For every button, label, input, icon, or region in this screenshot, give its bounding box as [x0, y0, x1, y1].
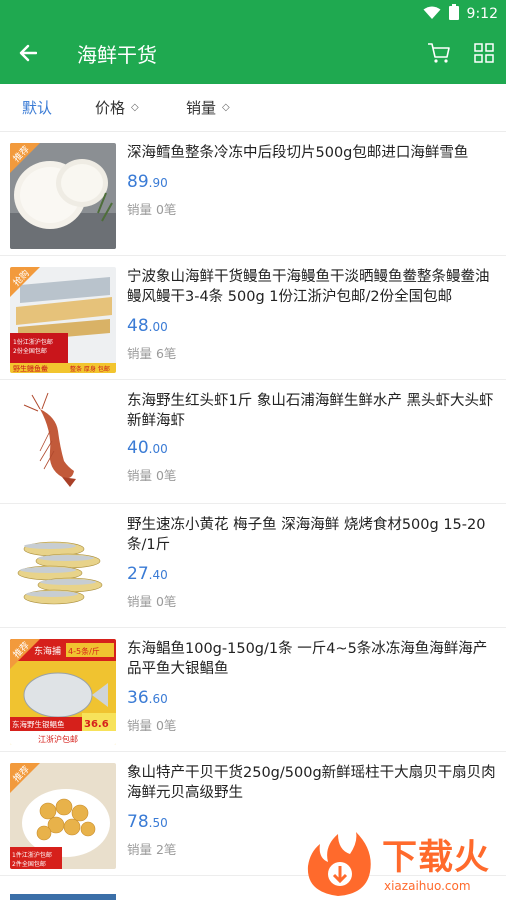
product-name[interactable]: 深海鳕鱼整条冷冻中后段切片500g包邮进口海鲜雪鱼: [127, 143, 497, 163]
product-price: 78.50: [127, 812, 168, 832]
svg-text:东海野生银鲳鱼: 东海野生银鲳鱼: [12, 719, 65, 729]
product-image-pomfret: 东海捕 4-5条/斤 东海野生银鲳鱼 36.6 江浙沪包邮 推荐: [10, 639, 116, 745]
product-item[interactable]: 推荐 深海鳕鱼整条冷冻中后段切片500g包邮进口海鲜雪鱼 89.90 销量 0笔: [0, 132, 506, 256]
product-image-cod: 推荐: [10, 143, 116, 249]
product-image-croaker: [10, 515, 116, 621]
battery-icon: [448, 4, 459, 24]
product-name[interactable]: 象山特产干贝干货250g/500g新鲜瑶柱干大扇贝干扇贝肉海鲜元贝高级野生: [127, 763, 497, 803]
cart-icon: [427, 42, 451, 68]
watermark-brand: 下载火: [382, 838, 491, 878]
product-item[interactable]: 野生速冻小黄花 梅子鱼 深海海鲜 烧烤食材500g 15-20条/1斤 27.4…: [0, 504, 506, 628]
watermark-logo: 下载火 xiazaihuo.com: [298, 832, 506, 900]
product-sales: 销量 0笔: [127, 202, 177, 217]
sort-default-label: 默认: [22, 99, 53, 117]
svg-text:1件江浙沪包邮: 1件江浙沪包邮: [12, 851, 52, 859]
svg-text:整条 厚身 包邮: 整条 厚身 包邮: [70, 365, 110, 373]
status-icons: 9:12: [423, 4, 498, 24]
product-item[interactable]: 东海捕 4-5条/斤 东海野生银鲳鱼 36.6 江浙沪包邮 推荐 东海鲳鱼100…: [0, 628, 506, 752]
product-sales: 销量 6笔: [127, 346, 177, 361]
wifi-icon: [423, 5, 441, 24]
svg-text:4-5条/斤: 4-5条/斤: [68, 646, 100, 656]
product-name[interactable]: 野生速冻小黄花 梅子鱼 深海海鲜 烧烤食材500g 15-20条/1斤: [127, 515, 497, 555]
svg-text:2件全国包邮: 2件全国包邮: [12, 860, 46, 868]
product-name[interactable]: 宁波象山海鲜干货鳗鱼干海鳗鱼干淡晒鳗鱼鲞整条鳗鲞油鳗风鳗干3-4条 500g 1…: [127, 267, 497, 307]
product-price: 36.60: [127, 688, 168, 708]
watermark-url: xiazaihuo.com: [384, 879, 471, 893]
product-sales: 销量 2笔: [127, 842, 177, 857]
product-image-scallop: 1件江浙沪包邮 2件全国包邮 推荐: [10, 763, 116, 869]
svg-text:2份全国包邮: 2份全国包邮: [13, 347, 47, 355]
sort-sales[interactable]: 销量 ◇: [186, 98, 230, 118]
svg-text:1份江浙沪包邮: 1份江浙沪包邮: [13, 338, 53, 346]
product-price: 27.40: [127, 564, 168, 584]
app-bar: 海鲜干货: [0, 26, 506, 84]
product-price: 89.90: [127, 172, 168, 192]
sort-arrows-icon: ◇: [131, 102, 139, 113]
product-item[interactable]: 1份江浙沪包邮 2份全国包邮 野生鳗鱼鲞 整条 厚身 包邮 抢购 宁波象山海鲜干…: [0, 256, 506, 380]
product-name[interactable]: 东海野生红头虾1斤 象山石浦海鲜生鲜水产 黑头虾大头虾 新鲜海虾: [127, 391, 497, 431]
page-title: 海鲜干货: [77, 43, 157, 67]
product-sales: 销量 0笔: [127, 718, 177, 733]
status-time: 9:12: [466, 6, 498, 22]
product-sales: 销量 0笔: [127, 594, 177, 609]
sort-arrows-icon: ◇: [222, 102, 230, 113]
sort-price[interactable]: 价格 ◇: [95, 98, 139, 118]
arrow-left-icon: [19, 44, 38, 66]
sort-bar: 默认 价格 ◇ 销量 ◇: [0, 84, 506, 132]
flame-icon: [307, 832, 371, 896]
cart-button[interactable]: [424, 42, 454, 68]
next-item-thumb-edge: [10, 894, 116, 900]
back-button[interactable]: [12, 40, 44, 70]
svg-text:36.6: 36.6: [84, 719, 109, 730]
product-image-shrimp: [10, 391, 116, 497]
product-price: 48.00: [127, 316, 168, 336]
product-image-eel: 1份江浙沪包邮 2份全国包邮 野生鳗鱼鲞 整条 厚身 包邮 抢购: [10, 267, 116, 373]
product-price: 40.00: [127, 438, 168, 458]
grid-view-button[interactable]: [470, 42, 498, 68]
product-sales: 销量 0笔: [127, 468, 177, 483]
svg-text:东海捕: 东海捕: [34, 645, 61, 657]
sort-sales-label: 销量: [186, 99, 217, 117]
svg-text:江浙沪包邮: 江浙沪包邮: [38, 734, 78, 744]
sort-default[interactable]: 默认: [22, 98, 52, 118]
product-item[interactable]: 东海野生红头虾1斤 象山石浦海鲜生鲜水产 黑头虾大头虾 新鲜海虾 40.00 销…: [0, 380, 506, 504]
svg-text:野生鳗鱼鲞: 野生鳗鱼鲞: [13, 364, 48, 373]
grid-icon: [474, 43, 494, 67]
product-name[interactable]: 东海鲳鱼100g-150g/1条 一斤4~5条冰冻海鱼海鲜海产品平鱼大银鲳鱼: [127, 639, 497, 679]
status-bar: 9:12: [0, 0, 506, 26]
sort-price-label: 价格: [95, 99, 126, 117]
